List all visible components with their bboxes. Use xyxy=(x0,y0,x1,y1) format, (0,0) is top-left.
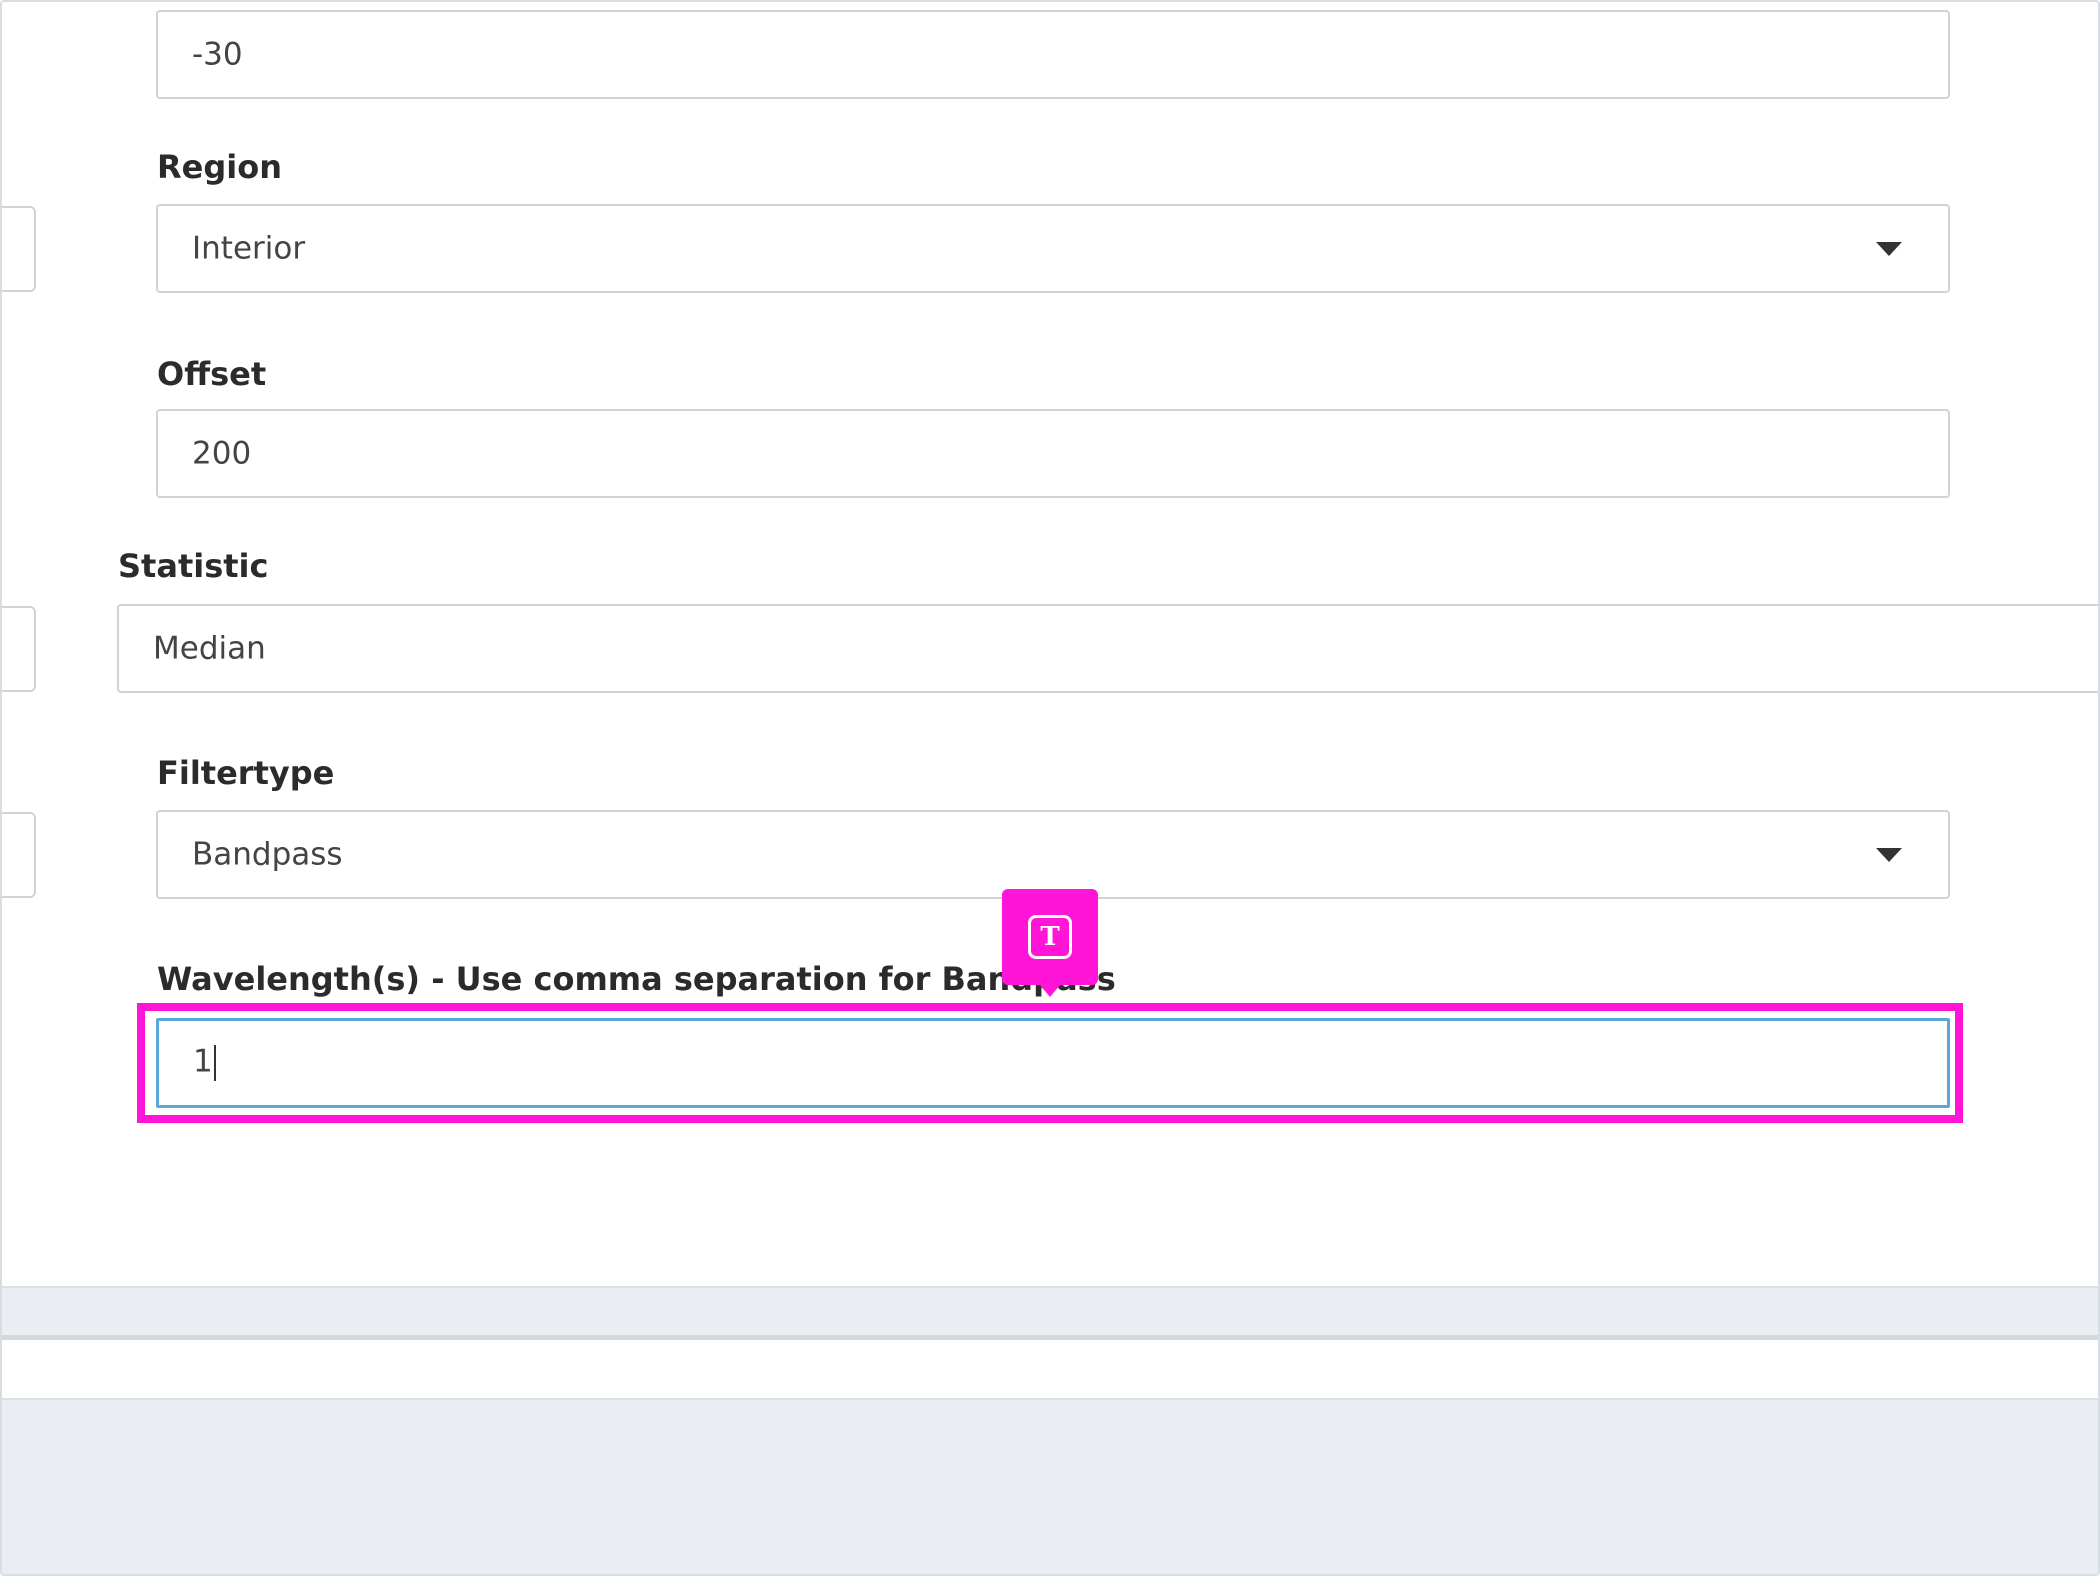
region-select[interactable]: Interior xyxy=(156,204,1950,293)
statistic-select[interactable]: Median xyxy=(117,604,2098,693)
next-panel-header xyxy=(2,1340,2098,1400)
threshold-input[interactable]: -30 xyxy=(156,10,1950,99)
threshold-input-value: -30 xyxy=(192,36,243,72)
region-select-value: Interior xyxy=(192,230,306,266)
chevron-down-icon xyxy=(1876,241,1902,256)
left-panel-control[interactable] xyxy=(2,606,36,692)
region-label: Region xyxy=(157,148,282,186)
input-highlight-box xyxy=(137,1003,1963,1123)
filtertype-select-value: Bandpass xyxy=(192,836,343,872)
offset-input-value: 200 xyxy=(192,435,252,471)
left-panel-control[interactable] xyxy=(2,206,36,292)
filtertype-label: Filtertype xyxy=(157,754,335,792)
form-panel: -30 Region Interior Offset 200 Statistic… xyxy=(0,0,2100,1576)
wavelength-label: Wavelength(s) - Use comma separation for… xyxy=(157,960,1116,998)
statistic-select-value: Median xyxy=(153,630,266,666)
offset-input[interactable]: 200 xyxy=(156,409,1950,498)
offset-label: Offset xyxy=(157,355,267,393)
statistic-label: Statistic xyxy=(118,547,269,585)
page-background xyxy=(2,1400,2098,1574)
input-type-tag: T xyxy=(1002,889,1098,997)
filtertype-select[interactable]: Bandpass xyxy=(156,810,1950,899)
text-input-icon: T xyxy=(1028,915,1072,959)
panel-footer-bar xyxy=(2,1286,2098,1340)
chevron-down-icon xyxy=(1876,847,1902,862)
left-panel-control[interactable] xyxy=(2,812,36,898)
